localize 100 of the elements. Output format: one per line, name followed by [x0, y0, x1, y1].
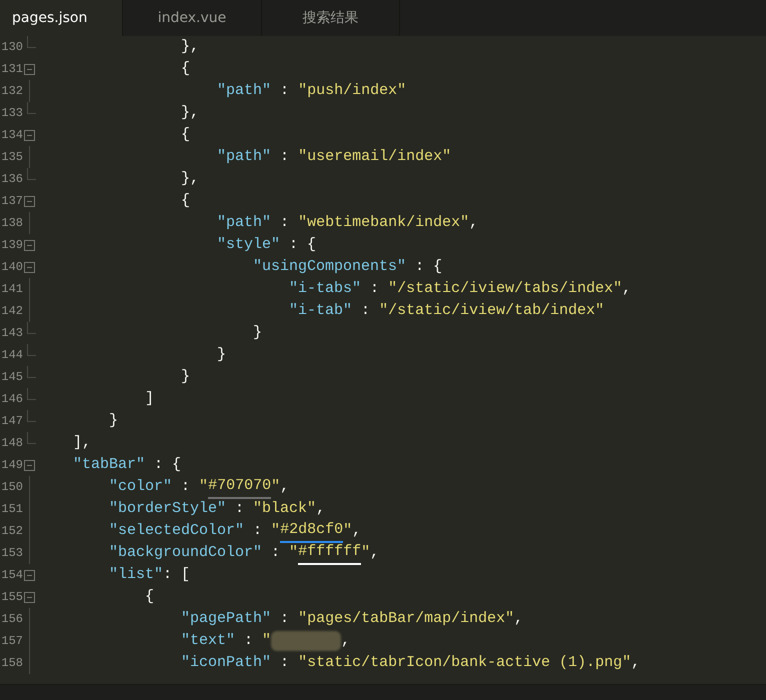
json-string: "pages/tabBar/map/index" — [298, 608, 514, 629]
json-key: "path" — [73, 146, 272, 168]
punctuation: }, — [180, 36, 200, 57]
json-string: " — [343, 520, 352, 541]
line-number: 132 — [0, 83, 23, 100]
json-key: "i-tabs" — [73, 278, 362, 300]
line-number: 155 — [0, 589, 23, 606]
line-number: 140 — [0, 259, 23, 276]
line-number: 133 — [0, 105, 23, 122]
fold-icon[interactable] — [24, 570, 34, 580]
line-number: 144 — [0, 347, 23, 364]
color-value: #2d8cf0 — [280, 518, 344, 544]
punctuation: ] — [144, 388, 154, 409]
color-value: #707070 — [208, 474, 272, 500]
punctuation: : { — [288, 234, 316, 255]
punctuation: , — [280, 476, 290, 497]
punctuation: : — [279, 608, 290, 629]
json-string: "/static/iview/tabs/index" — [388, 278, 622, 299]
line-number: 135 — [0, 149, 23, 166]
punctuation: { — [180, 58, 190, 79]
line-number: 142 — [0, 303, 23, 320]
line-number: 138 — [0, 215, 23, 232]
json-key: "pagePath" — [73, 608, 272, 630]
punctuation: : — [279, 652, 290, 673]
punctuation: , — [631, 652, 640, 673]
line-number: 156 — [0, 611, 23, 628]
line-number: 157 — [0, 633, 23, 650]
json-key: "tabBar" — [73, 454, 146, 476]
json-key: "color" — [73, 476, 172, 498]
json-key: "text" — [73, 630, 236, 652]
punctuation: , — [370, 542, 380, 563]
line-number: 145 — [0, 369, 23, 386]
line-number: 146 — [0, 391, 23, 408]
json-key: "i-tab" — [73, 300, 352, 322]
json-key: "selectedColor" — [73, 520, 244, 542]
json-string: "push/index" — [298, 80, 406, 101]
json-key: "borderStyle" — [73, 498, 226, 520]
punctuation: : — [279, 80, 290, 101]
line-number: 134 — [0, 127, 23, 144]
json-string: " — [262, 630, 272, 651]
json-key: "backgroundColor" — [73, 542, 262, 564]
fold-icon[interactable] — [24, 64, 34, 74]
punctuation: : [ — [163, 564, 190, 585]
punctuation: : — [369, 278, 380, 299]
json-string: " — [289, 542, 298, 563]
punctuation: , — [622, 278, 632, 299]
line-number: 147 — [0, 413, 23, 430]
line-number: 149 — [0, 457, 23, 474]
json-string: "webtimebank/index" — [298, 212, 470, 233]
fold-icon[interactable] — [24, 240, 34, 250]
punctuation: , — [341, 630, 350, 651]
json-string: "static/tabrIcon/bank-active (1).png" — [298, 652, 632, 673]
line-number: 154 — [0, 567, 23, 584]
json-key: "usingComponents" — [73, 256, 406, 278]
punctuation: : — [279, 212, 290, 233]
json-key: "path" — [73, 80, 272, 102]
fold-icon[interactable] — [24, 196, 34, 206]
json-string: " — [271, 476, 280, 497]
line-number: 148 — [0, 435, 23, 452]
punctuation: } — [108, 410, 118, 431]
fold-icon[interactable] — [24, 130, 34, 140]
file-tab[interactable]: pages.json — [0, 0, 123, 36]
punctuation: , — [316, 498, 326, 519]
punctuation: : — [180, 476, 192, 497]
json-string: "/static/iview/tab/index" — [379, 300, 604, 321]
line-number: 130 — [0, 39, 23, 56]
punctuation: : — [360, 300, 372, 321]
line-number: 131 — [0, 61, 23, 78]
line-number: 136 — [0, 171, 23, 188]
fold-icon[interactable] — [24, 592, 34, 602]
punctuation: : — [234, 498, 246, 519]
punctuation: , — [514, 608, 524, 629]
json-key: "iconPath" — [73, 652, 272, 674]
json-string: " — [361, 542, 370, 563]
line-number: 139 — [0, 237, 23, 254]
fold-icon[interactable] — [24, 262, 34, 272]
json-key: "style" — [73, 234, 280, 256]
punctuation: : — [252, 520, 264, 541]
json-key: "list" — [73, 564, 164, 586]
punctuation: : { — [414, 256, 442, 277]
punctuation: { — [180, 190, 190, 211]
line-number: 143 — [0, 325, 23, 342]
punctuation: : — [279, 146, 290, 167]
punctuation: , — [352, 520, 362, 541]
line-number: 153 — [0, 545, 23, 562]
blurred-text — [271, 631, 342, 651]
json-string: " — [271, 520, 280, 541]
punctuation: } — [252, 322, 262, 343]
punctuation: , — [469, 212, 478, 233]
punctuation: { — [144, 586, 154, 607]
line-number: 141 — [0, 281, 23, 298]
fold-icon[interactable] — [24, 460, 34, 470]
line-number: 150 — [0, 479, 23, 496]
json-key: "path" — [73, 212, 272, 234]
punctuation: : — [243, 630, 254, 651]
line-number: 158 — [0, 655, 23, 672]
punctuation: }, — [180, 168, 200, 189]
punctuation: ], — [73, 432, 92, 453]
json-string: "useremail/index" — [298, 146, 452, 167]
line-number: 151 — [0, 501, 23, 518]
